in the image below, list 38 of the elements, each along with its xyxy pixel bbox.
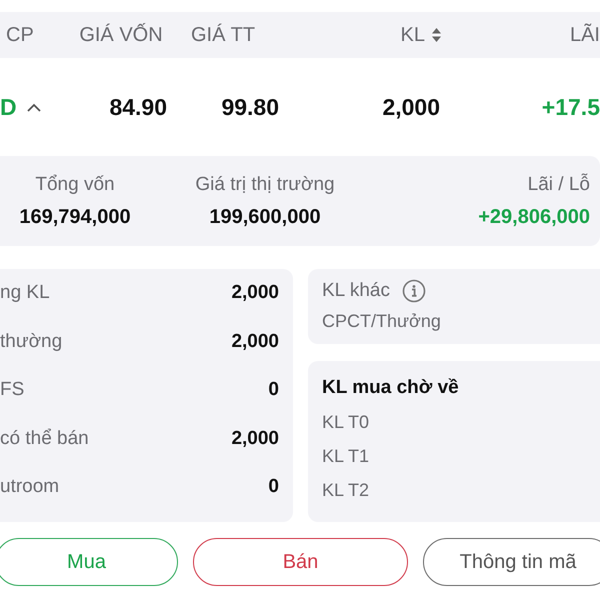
- sell-button[interactable]: Bán: [193, 538, 408, 586]
- column-header: GIÁ TT: [190, 24, 256, 46]
- volume-label: KL T2: [322, 480, 370, 501]
- volume-amount: 2,000: [231, 428, 279, 450]
- stock-symbol[interactable]: D: [0, 94, 17, 120]
- market-price: 99.80: [221, 94, 279, 120]
- profit-value: +17.5: [542, 94, 600, 120]
- volume-label: FS: [0, 379, 24, 402]
- column-header: LÃI: [570, 24, 600, 46]
- panel-title: KL mua chờ về: [322, 377, 460, 399]
- volume-value: 2,000: [382, 94, 440, 120]
- info-button[interactable]: Thông tin mã: [423, 538, 600, 586]
- column-header: CP: [6, 24, 34, 46]
- summary-label: Giá trị thị trường: [195, 174, 335, 196]
- column-header: GIÁ VỐN: [79, 24, 163, 46]
- volume-label: KL T0: [322, 412, 370, 433]
- cost-price: 84.90: [109, 94, 167, 120]
- volume-label: ng KL: [0, 282, 50, 304]
- sort-icon[interactable]: [431, 27, 442, 43]
- summary-value: 169,794,000: [19, 206, 131, 228]
- volume-amount: 2,000: [231, 282, 279, 304]
- column-header: KL: [400, 24, 425, 46]
- volume-amount: 0: [268, 476, 279, 498]
- volume-amount: 2,000: [231, 330, 279, 353]
- summary-value: 199,600,000: [209, 206, 321, 228]
- panel-title: KL khác: [322, 280, 390, 302]
- info-icon[interactable]: [402, 279, 426, 303]
- volume-amount: 0: [268, 379, 279, 402]
- volume-label: utroom: [0, 476, 60, 498]
- buy-button[interactable]: Mua: [0, 538, 178, 586]
- volume-label: thường: [0, 330, 62, 353]
- volume-label: KL T1: [322, 446, 370, 467]
- volume-label: có thể bán: [0, 428, 89, 450]
- volume-label: CPCT/Thưởng: [322, 311, 442, 332]
- summary-value: +29,806,000: [478, 206, 590, 228]
- summary-label: Lãi / Lỗ: [528, 174, 590, 196]
- caret-icon[interactable]: [26, 102, 41, 112]
- summary-label: Tổng vốn: [35, 174, 115, 196]
